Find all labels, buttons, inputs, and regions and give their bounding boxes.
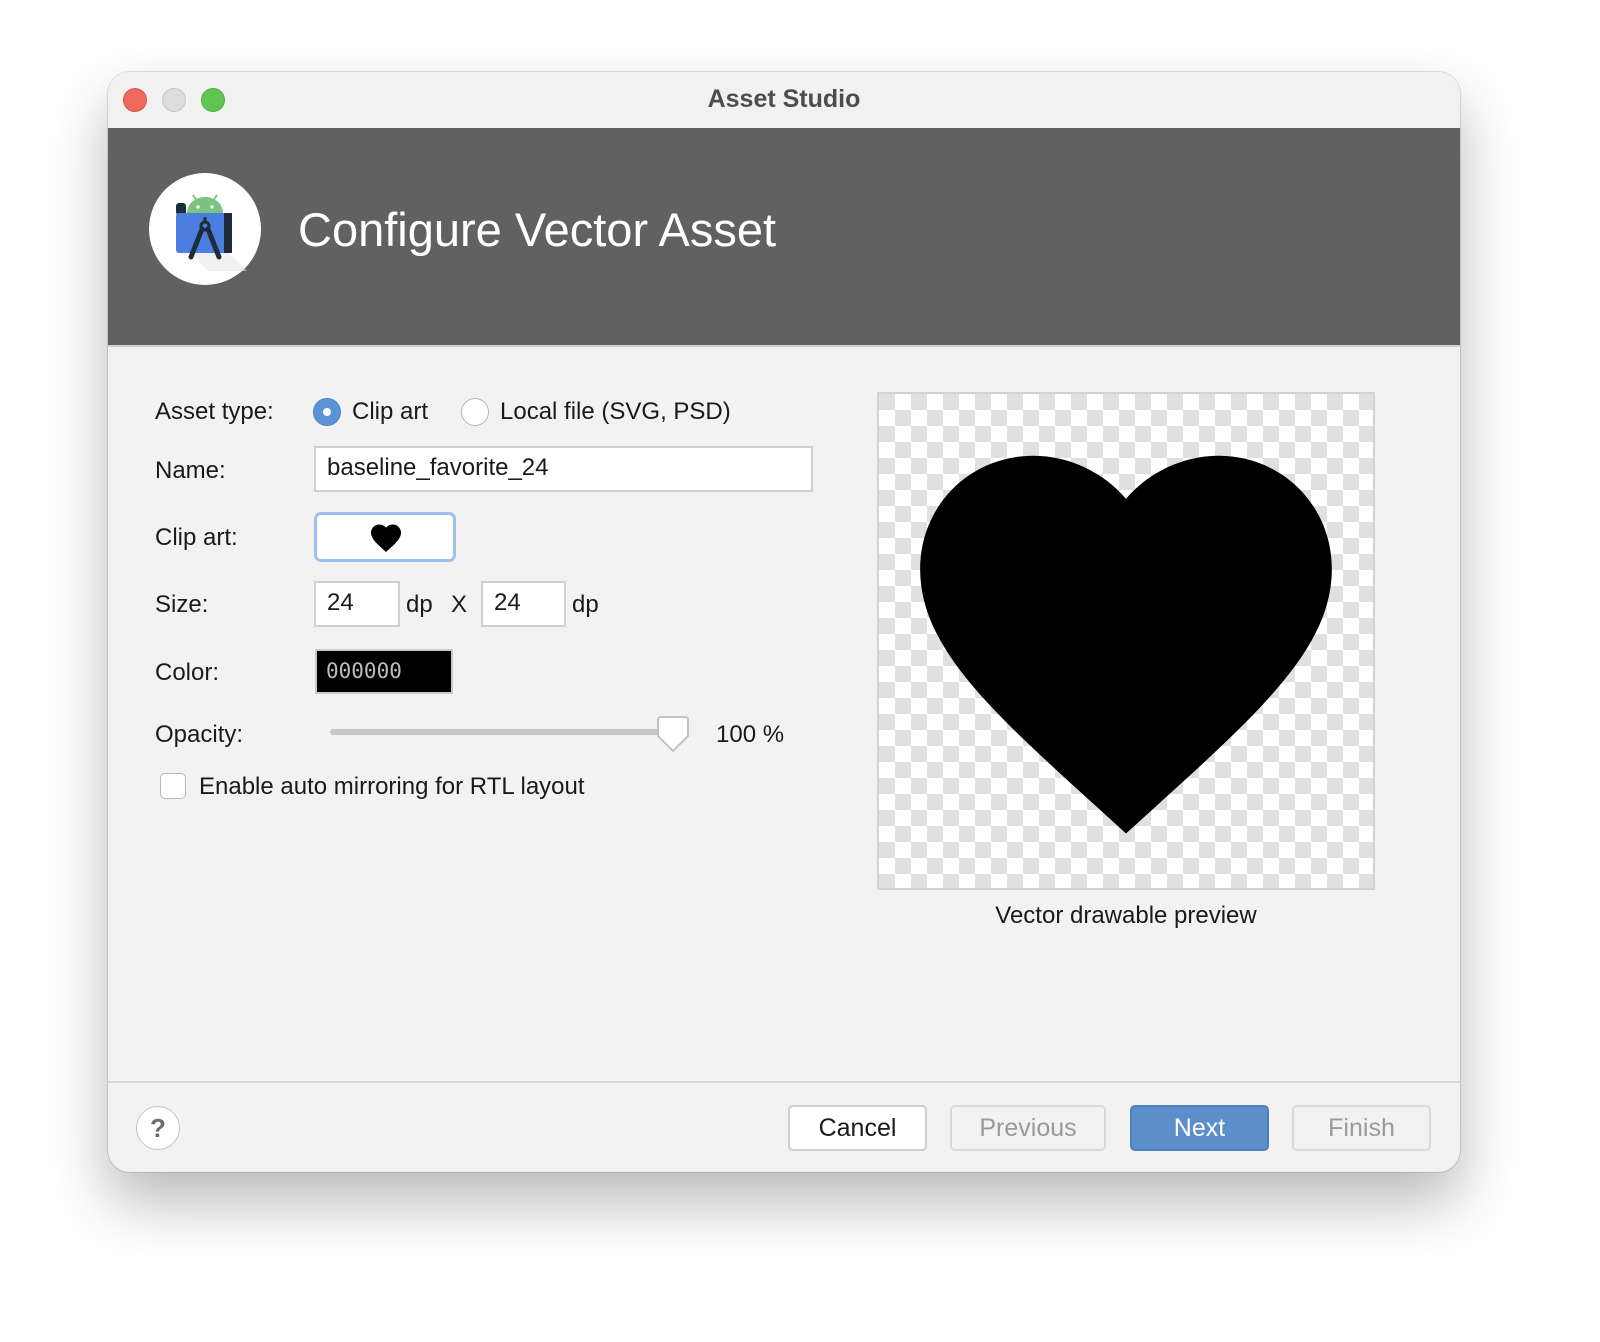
wizard-header: Configure Vector Asset — [108, 128, 1460, 347]
previous-button[interactable]: Previous — [950, 1105, 1106, 1151]
opacity-slider-thumb[interactable] — [656, 715, 690, 758]
height-unit-label: dp — [572, 591, 599, 618]
heart-icon — [371, 524, 401, 553]
clip-art-label: Clip art: — [155, 524, 238, 551]
local-file-radio[interactable] — [461, 398, 489, 426]
preview-caption: Vector drawable preview — [995, 902, 1257, 929]
help-button[interactable]: ? — [136, 1106, 180, 1150]
width-input[interactable]: 24 — [314, 581, 400, 627]
title-bar: Asset Studio — [108, 72, 1460, 128]
size-label: Size: — [155, 591, 209, 618]
clip-art-button[interactable] — [314, 512, 456, 562]
opacity-slider-track[interactable] — [330, 729, 672, 735]
name-label: Name: — [155, 457, 226, 484]
next-button[interactable]: Next — [1130, 1105, 1269, 1151]
clip-art-radio-label[interactable]: Clip art — [352, 398, 428, 426]
auto-mirroring-label[interactable]: Enable auto mirroring for RTL layout — [199, 773, 585, 801]
asset-type-label: Asset type: — [155, 398, 274, 425]
name-input[interactable]: baseline_favorite_24 — [314, 446, 813, 492]
clip-art-radio[interactable] — [313, 398, 341, 426]
vector-preview — [877, 392, 1375, 890]
heart-icon — [920, 455, 1332, 834]
android-studio-logo-icon — [149, 173, 261, 285]
height-input[interactable]: 24 — [481, 581, 566, 627]
color-picker-button[interactable]: 000000 — [315, 649, 453, 694]
color-label: Color: — [155, 659, 220, 686]
page-title: Configure Vector Asset — [298, 203, 777, 256]
opacity-label: Opacity: — [155, 721, 244, 748]
footer-divider — [108, 1081, 1460, 1083]
finish-button[interactable]: Finish — [1292, 1105, 1431, 1151]
window-title: Asset Studio — [707, 85, 861, 113]
local-file-radio-label[interactable]: Local file (SVG, PSD) — [500, 398, 731, 426]
width-unit-label: dp — [406, 591, 433, 618]
cancel-button[interactable]: Cancel — [788, 1105, 927, 1151]
auto-mirroring-checkbox[interactable] — [160, 773, 186, 799]
size-separator: X — [451, 591, 468, 618]
opacity-value: 100 % — [716, 721, 785, 748]
asset-studio-window: Asset Studio Configure Vector Asset Asse… — [108, 72, 1460, 1172]
